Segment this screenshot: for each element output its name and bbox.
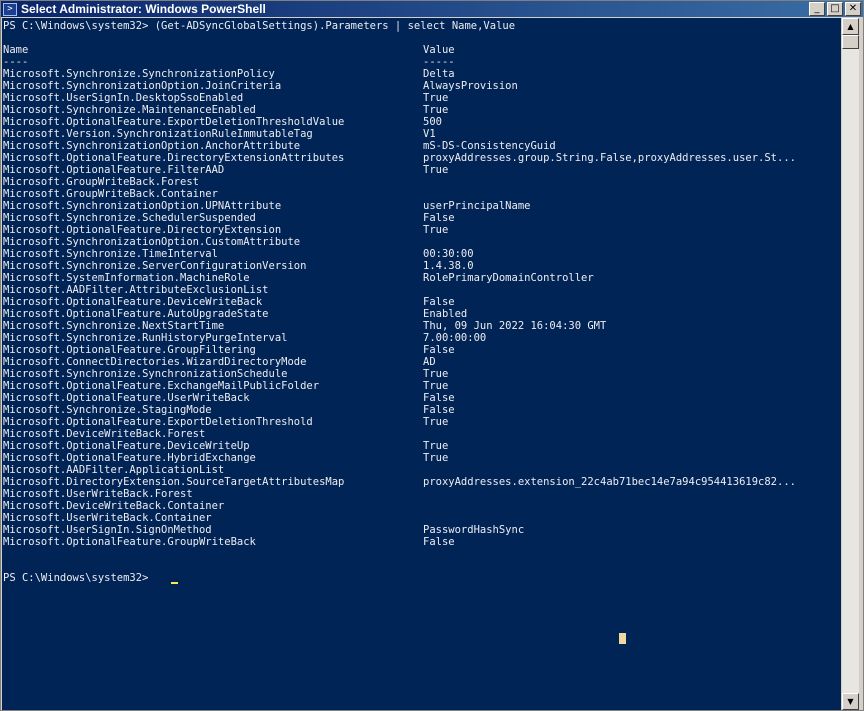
vertical-scrollbar[interactable]: ▲ ▼: [842, 18, 859, 710]
parameter-name: Microsoft.GroupWriteBack.Container: [3, 188, 218, 200]
parameter-name: Microsoft.Synchronize.StagingMode: [3, 404, 212, 416]
powershell-icon: >: [3, 2, 17, 16]
parameter-name: Microsoft.OptionalFeature.DeviceWriteUp: [3, 440, 250, 452]
scroll-down-button[interactable]: ▼: [842, 693, 859, 710]
parameter-name: Microsoft.Synchronize.ServerConfiguratio…: [3, 260, 307, 272]
parameter-name: Microsoft.OptionalFeature.AutoUpgradeSta…: [3, 308, 269, 320]
parameter-name: Microsoft.SynchronizationOption.CustomAt…: [3, 236, 301, 248]
parameter-name: Microsoft.Synchronize.TimeInterval: [3, 248, 218, 260]
parameter-name: Microsoft.SynchronizationOption.JoinCrit…: [3, 80, 282, 92]
close-button[interactable]: ✕: [845, 2, 861, 16]
parameter-name: Microsoft.AADFilter.AttributeExclusionLi…: [3, 284, 269, 296]
parameter-value: Enabled: [423, 308, 468, 320]
column-divider-name: ----: [3, 56, 29, 68]
parameter-value: True: [423, 440, 449, 452]
parameter-name: Microsoft.OptionalFeature.ExportDeletion…: [3, 116, 345, 128]
parameter-value: True: [423, 452, 449, 464]
parameter-value: PasswordHashSync: [423, 524, 525, 536]
scroll-up-button[interactable]: ▲: [842, 18, 859, 35]
parameter-value: True: [423, 92, 449, 104]
parameter-value: V1: [423, 128, 436, 140]
parameter-value: False: [423, 296, 455, 308]
powershell-window: > Select Administrator: Windows PowerShe…: [0, 0, 864, 711]
parameter-name: Microsoft.OptionalFeature.DirectoryExten…: [3, 152, 345, 164]
parameter-value: 500: [423, 116, 442, 128]
parameter-value: False: [423, 392, 455, 404]
parameter-value: AD: [423, 356, 436, 368]
parameter-name: Microsoft.OptionalFeature.DirectoryExten…: [3, 224, 282, 236]
parameter-value: proxyAddresses.group.String.False,proxyA…: [423, 152, 796, 164]
window-controls: _ □ ✕: [809, 2, 861, 16]
parameter-name: Microsoft.OptionalFeature.ExchangeMailPu…: [3, 380, 320, 392]
parameter-name: Microsoft.Version.SynchronizationRuleImm…: [3, 128, 313, 140]
parameter-value: Thu, 09 Jun 2022 16:04:30 GMT: [423, 320, 607, 332]
parameter-name: Microsoft.Synchronize.SynchronizationSch…: [3, 368, 288, 380]
parameter-name: Microsoft.UserWriteBack.Container: [3, 512, 212, 524]
column-header-name: Name: [3, 44, 29, 56]
parameter-value: proxyAddresses.extension_22c4ab71bec14e7…: [423, 476, 796, 488]
parameter-value: 7.00:00:00: [423, 332, 487, 344]
window-title: Select Administrator: Windows PowerShell: [21, 2, 266, 16]
parameter-value: AlwaysProvision: [423, 80, 518, 92]
parameter-value: False: [423, 536, 455, 548]
parameter-value: True: [423, 368, 449, 380]
parameter-name: Microsoft.OptionalFeature.UserWriteBack: [3, 392, 250, 404]
parameter-name: Microsoft.UserSignIn.SignOnMethod: [3, 524, 212, 536]
parameter-value: True: [423, 380, 449, 392]
parameter-name: Microsoft.Synchronize.SynchronizationPol…: [3, 68, 275, 80]
parameter-name: Microsoft.GroupWriteBack.Forest: [3, 176, 199, 188]
parameter-name: Microsoft.SynchronizationOption.AnchorAt…: [3, 140, 301, 152]
title-bar[interactable]: > Select Administrator: Windows PowerShe…: [1, 1, 863, 17]
parameter-value: 00:30:00: [423, 248, 474, 260]
console-area[interactable]: PS C:\Windows\system32> (Get-ADSyncGloba…: [2, 18, 841, 710]
maximize-button[interactable]: □: [827, 2, 843, 16]
column-divider-value: -----: [423, 56, 455, 68]
parameter-value: True: [423, 416, 449, 428]
prompt-line: PS C:\Windows\system32>: [3, 572, 155, 584]
parameter-name: Microsoft.OptionalFeature.GroupFiltering: [3, 344, 256, 356]
parameter-value: RolePrimaryDomainController: [423, 272, 594, 284]
parameter-name: Microsoft.SystemInformation.MachineRole: [3, 272, 250, 284]
parameter-value: 1.4.38.0: [423, 260, 474, 272]
parameter-name: Microsoft.OptionalFeature.HybridExchange: [3, 452, 256, 464]
parameter-name: Microsoft.UserSignIn.DesktopSsoEnabled: [3, 92, 244, 104]
mouse-ibeam-cursor: [619, 633, 626, 644]
minimize-button[interactable]: _: [809, 2, 825, 16]
parameter-name: Microsoft.OptionalFeature.DeviceWriteBac…: [3, 296, 263, 308]
parameter-value: userPrincipalName: [423, 200, 531, 212]
parameter-name: Microsoft.Synchronize.RunHistoryPurgeInt…: [3, 332, 288, 344]
parameter-name: Microsoft.OptionalFeature.ExportDeletion…: [3, 416, 313, 428]
parameter-name: Microsoft.UserWriteBack.Forest: [3, 488, 193, 500]
column-header-value: Value: [423, 44, 455, 56]
parameter-value: Delta: [423, 68, 455, 80]
parameter-name: Microsoft.ConnectDirectories.WizardDirec…: [3, 356, 307, 368]
parameter-value: False: [423, 212, 455, 224]
parameter-value: mS-DS-ConsistencyGuid: [423, 140, 556, 152]
text-cursor: [171, 582, 178, 584]
parameter-name: Microsoft.DeviceWriteBack.Forest: [3, 428, 206, 440]
scroll-thumb[interactable]: [842, 35, 859, 49]
parameter-name: Microsoft.DirectoryExtension.SourceTarge…: [3, 476, 345, 488]
parameter-value: True: [423, 104, 449, 116]
parameter-name: Microsoft.SynchronizationOption.UPNAttri…: [3, 200, 282, 212]
parameter-value: True: [423, 164, 449, 176]
parameter-value: True: [423, 224, 449, 236]
parameter-name: Microsoft.Synchronize.MaintenanceEnabled: [3, 104, 256, 116]
parameter-value: False: [423, 404, 455, 416]
parameter-name: Microsoft.OptionalFeature.GroupWriteBack: [3, 536, 256, 548]
command-line: PS C:\Windows\system32> (Get-ADSyncGloba…: [3, 20, 516, 32]
parameter-name: Microsoft.DeviceWriteBack.Container: [3, 500, 225, 512]
parameter-value: False: [423, 344, 455, 356]
parameter-name: Microsoft.Synchronize.NextStartTime: [3, 320, 225, 332]
parameter-name: Microsoft.AADFilter.ApplicationList: [3, 464, 225, 476]
parameter-name: Microsoft.OptionalFeature.FilterAAD: [3, 164, 225, 176]
parameter-name: Microsoft.Synchronize.SchedulerSuspended: [3, 212, 256, 224]
